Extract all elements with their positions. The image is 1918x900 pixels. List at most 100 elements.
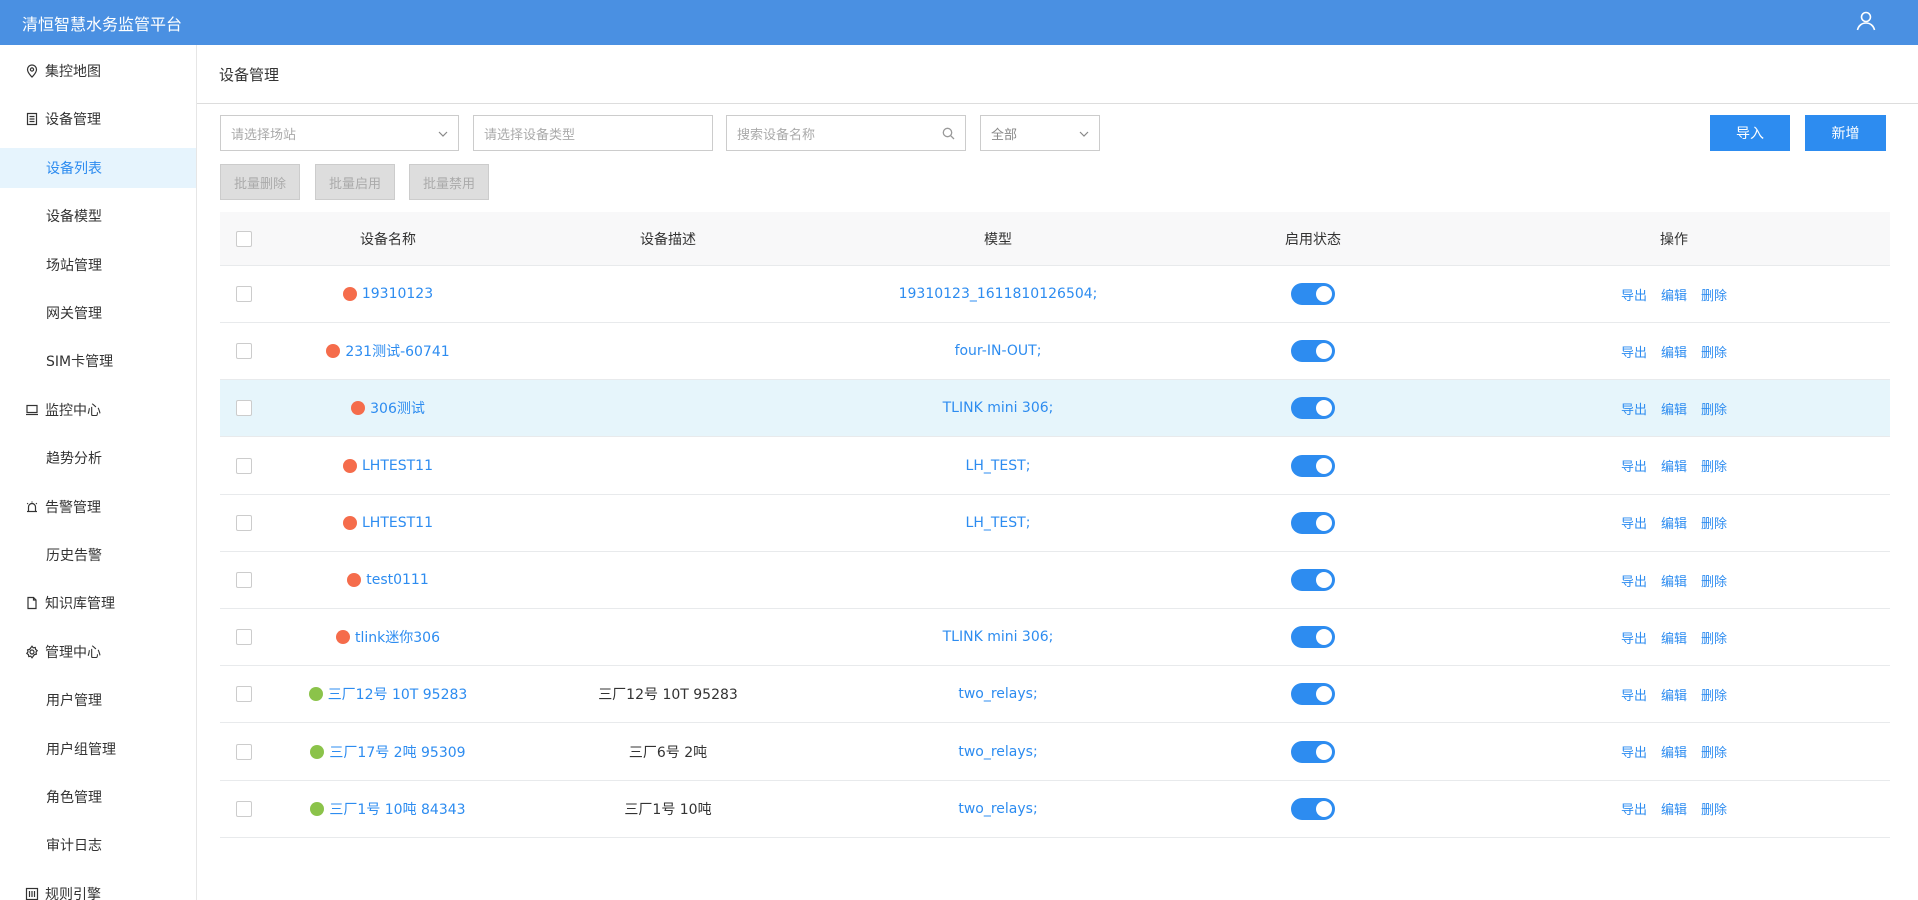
sidebar-item-1[interactable]: 设备管理 (0, 99, 196, 139)
batch-delete-button[interactable]: 批量删除 (220, 164, 300, 200)
enable-toggle[interactable] (1291, 740, 1335, 763)
enable-toggle[interactable] (1291, 511, 1335, 534)
enable-toggle[interactable] (1291, 683, 1335, 706)
search-icon[interactable] (942, 127, 955, 140)
device-search-input[interactable]: 搜索设备名称 (726, 115, 966, 151)
sidebar-item-15[interactable]: 角色管理 (0, 777, 196, 817)
sidebar-item-16[interactable]: 审计日志 (0, 825, 196, 865)
table-row[interactable]: 三厂1号 10吨 84343 三厂1号 10吨 two_relays; 导出 编辑 删除 (220, 780, 1890, 838)
device-name-link[interactable]: 231测试-60741 (345, 341, 449, 361)
device-type-select[interactable]: 请选择设备类型 (473, 115, 713, 151)
enable-toggle[interactable] (1291, 283, 1335, 305)
batch-enable-button[interactable]: 批量启用 (315, 164, 395, 200)
sidebar-item-2[interactable]: 设备列表 (0, 147, 196, 188)
import-button[interactable]: 导入 (1710, 115, 1790, 151)
table-row[interactable]: 三厂12号 10T 95283 三厂12号 10T 95283 two_relays… (220, 666, 1890, 724)
table-row[interactable]: 231测试-60741 four-IN-OUT; 导出 编辑 删除 (220, 323, 1890, 381)
sidebar-item-9[interactable]: 告警管理 (0, 487, 196, 527)
table-row[interactable]: tlink迷你306 TLINK mini 306; 导出 编辑 删除 (220, 609, 1890, 667)
enable-toggle[interactable] (1291, 454, 1335, 477)
delete-link[interactable]: 删除 (1701, 513, 1727, 532)
edit-link[interactable]: 编辑 (1661, 799, 1687, 818)
sidebar-item-5[interactable]: 网关管理 (0, 293, 196, 333)
device-model-link[interactable]: four-IN-OUT; (828, 323, 1168, 379)
edit-link[interactable]: 编辑 (1661, 456, 1687, 475)
table-row[interactable]: 19310123 19310123_1611810126504; 导出 编辑 删除 (220, 266, 1890, 323)
sidebar-item-14[interactable]: 用户组管理 (0, 729, 196, 769)
sidebar-item-3[interactable]: 设备模型 (0, 196, 196, 236)
row-checkbox[interactable] (236, 572, 252, 588)
device-model-link[interactable]: two_relays; (828, 781, 1168, 837)
sidebar-item-10[interactable]: 历史告警 (0, 535, 196, 575)
device-name-link[interactable]: 三厂17号 2吨 95309 (329, 742, 465, 762)
export-link[interactable]: 导出 (1621, 628, 1647, 647)
edit-link[interactable]: 编辑 (1661, 742, 1687, 761)
device-name-link[interactable]: 306测试 (370, 398, 425, 418)
delete-link[interactable]: 删除 (1701, 399, 1727, 418)
device-model-link[interactable]: two_relays; (828, 724, 1168, 780)
device-model-link[interactable]: LH_TEST; (828, 495, 1168, 551)
enable-toggle[interactable] (1291, 340, 1335, 363)
export-link[interactable]: 导出 (1621, 685, 1647, 704)
sidebar-item-4[interactable]: 场站管理 (0, 245, 196, 285)
row-checkbox[interactable] (236, 629, 252, 646)
table-row[interactable]: LHTEST11 LH_TEST; 导出 编辑 删除 (220, 494, 1890, 552)
device-model-link[interactable]: 19310123_1611810126504; (828, 266, 1168, 322)
export-link[interactable]: 导出 (1621, 742, 1647, 761)
device-model-link[interactable] (828, 552, 1168, 608)
device-name-link[interactable]: tlink迷你306 (355, 627, 440, 647)
row-checkbox[interactable] (236, 743, 252, 760)
device-name-link[interactable]: LHTEST11 (362, 515, 433, 531)
row-checkbox[interactable] (236, 400, 252, 417)
export-link[interactable]: 导出 (1621, 342, 1647, 361)
row-checkbox[interactable] (236, 457, 252, 474)
table-row[interactable]: test0111 导出 编辑 删除 (220, 552, 1890, 609)
enable-toggle[interactable] (1291, 797, 1335, 820)
edit-link[interactable]: 编辑 (1661, 628, 1687, 647)
table-row[interactable]: LHTEST11 LH_TEST; 导出 编辑 删除 (220, 437, 1890, 495)
user-icon[interactable] (1854, 9, 1878, 33)
delete-link[interactable]: 删除 (1701, 456, 1727, 475)
row-checkbox[interactable] (236, 343, 252, 360)
edit-link[interactable]: 编辑 (1661, 513, 1687, 532)
add-button[interactable]: 新增 (1805, 115, 1886, 151)
export-link[interactable]: 导出 (1621, 571, 1647, 590)
delete-link[interactable]: 删除 (1701, 628, 1727, 647)
row-checkbox[interactable] (236, 514, 252, 531)
delete-link[interactable]: 删除 (1701, 742, 1727, 761)
delete-link[interactable]: 删除 (1701, 571, 1727, 590)
sidebar-item-8[interactable]: 趋势分析 (0, 438, 196, 478)
device-name-link[interactable]: 三厂1号 10吨 84343 (329, 799, 465, 819)
sidebar-item-6[interactable]: SIM卡管理 (0, 341, 196, 381)
export-link[interactable]: 导出 (1621, 399, 1647, 418)
enable-toggle[interactable] (1291, 626, 1335, 649)
edit-link[interactable]: 编辑 (1661, 285, 1687, 304)
device-name-link[interactable]: 三厂12号 10T 95283 (328, 684, 468, 704)
device-name-link[interactable]: test0111 (366, 572, 429, 588)
sidebar-item-12[interactable]: 管理中心 (0, 632, 196, 672)
device-model-link[interactable]: two_relays; (828, 666, 1168, 722)
row-checkbox[interactable] (236, 286, 252, 302)
export-link[interactable]: 导出 (1621, 513, 1647, 532)
delete-link[interactable]: 删除 (1701, 285, 1727, 304)
export-link[interactable]: 导出 (1621, 456, 1647, 475)
sidebar-item-13[interactable]: 用户管理 (0, 680, 196, 720)
row-checkbox[interactable] (236, 800, 252, 817)
device-model-link[interactable]: LH_TEST; (828, 438, 1168, 494)
delete-link[interactable]: 删除 (1701, 799, 1727, 818)
station-select[interactable]: 请选择场站 (220, 115, 459, 151)
sidebar-item-11[interactable]: 知识库管理 (0, 583, 196, 623)
table-row[interactable]: 306测试 TLINK mini 306; 导出 编辑 删除 (220, 380, 1890, 438)
device-model-link[interactable]: TLINK mini 306; (828, 609, 1168, 665)
sidebar-item-7[interactable]: 监控中心 (0, 390, 196, 430)
export-link[interactable]: 导出 (1621, 285, 1647, 304)
edit-link[interactable]: 编辑 (1661, 685, 1687, 704)
export-link[interactable]: 导出 (1621, 799, 1647, 818)
enable-toggle[interactable] (1291, 569, 1335, 591)
row-checkbox[interactable] (236, 686, 252, 703)
select-all-checkbox[interactable] (236, 230, 252, 247)
edit-link[interactable]: 编辑 (1661, 342, 1687, 361)
sidebar-item-17[interactable]: 规则引擎 (0, 874, 196, 900)
sidebar-item-0[interactable]: 集控地图 (0, 51, 196, 91)
device-name-link[interactable]: LHTEST11 (362, 458, 433, 474)
